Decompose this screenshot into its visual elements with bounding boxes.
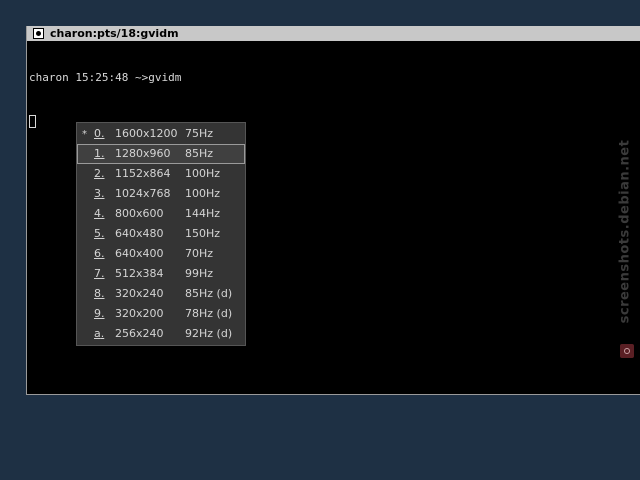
mode-resolution: 320x200 [115,307,164,320]
mode-resolution: 1024x768 [115,187,171,200]
mode-refresh-rate: 70Hz [185,247,214,260]
mode-resolution: 1600x1200 [115,127,178,140]
mode-refresh-rate: 144Hz [185,207,221,220]
window-title: charon:pts/18:gvidm [50,27,179,40]
mode-resolution: 640x400 [115,247,164,260]
mode-hotkey: 5. [94,227,105,240]
mode-refresh-rate: 78Hz (d) [185,307,233,320]
terminal-window: charon:pts/18:gvidm charon 15:25:48 ~>gv… [26,26,640,395]
video-mode-item-a[interactable]: a. 256x240 92Hz (d) [77,324,245,344]
mode-resolution: 256x240 [115,327,164,340]
video-mode-item-0[interactable]: * 0. 1600x1200 75Hz [77,124,245,144]
mode-resolution: 512x384 [115,267,164,280]
mode-hotkey: 6. [94,247,105,260]
video-mode-item-2[interactable]: 2. 1152x864 100Hz [77,164,245,184]
mode-hotkey: 3. [94,187,105,200]
video-mode-menu: * 0. 1600x1200 75Hz 1. 1280x960 85Hz 2. 1152x864… [76,122,246,346]
mode-resolution: 1152x864 [115,167,171,180]
prompt-line: charon 15:25:48 ~>gvidm [29,71,182,84]
mode-refresh-rate: 85Hz (d) [185,287,233,300]
mode-hotkey: 0. [94,127,105,140]
mode-refresh-rate: 150Hz [185,227,221,240]
mode-hotkey: a. [94,327,105,340]
mode-refresh-rate: 100Hz [185,167,221,180]
video-mode-item-4[interactable]: 4. 800x600 144Hz [77,204,245,224]
video-mode-item-6[interactable]: 6. 640x400 70Hz [77,244,245,264]
mode-hotkey: 4. [94,207,105,220]
window-menu-icon[interactable] [33,28,44,39]
mode-hotkey: 2. [94,167,105,180]
mode-refresh-rate: 85Hz [185,147,214,160]
window-titlebar[interactable]: charon:pts/18:gvidm [27,26,640,41]
mode-hotkey: 7. [94,267,105,280]
mode-hotkey: 8. [94,287,105,300]
mode-refresh-rate: 75Hz [185,127,214,140]
mode-hotkey: 9. [94,307,105,320]
debian-logo-icon [620,344,634,358]
mode-refresh-rate: 100Hz [185,187,221,200]
watermark-text: screenshots.debian.net [617,139,633,324]
mode-resolution: 800x600 [115,207,164,220]
video-mode-item-9[interactable]: 9. 320x200 78Hz (d) [77,304,245,324]
text-cursor [29,115,36,128]
video-mode-item-8[interactable]: 8. 320x240 85Hz (d) [77,284,245,304]
video-mode-item-5[interactable]: 5. 640x480 150Hz [77,224,245,244]
video-mode-item-1[interactable]: 1. 1280x960 85Hz [77,144,245,164]
video-mode-item-3[interactable]: 3. 1024x768 100Hz [77,184,245,204]
mode-hotkey: 1. [94,147,105,160]
watermark: screenshots.debian.net [617,124,637,364]
current-mode-marker: * [82,129,87,140]
mode-resolution: 320x240 [115,287,164,300]
mode-refresh-rate: 99Hz [185,267,214,280]
video-mode-item-7[interactable]: 7. 512x384 99Hz [77,264,245,284]
mode-resolution: 1280x960 [115,147,171,160]
mode-refresh-rate: 92Hz (d) [185,327,233,340]
mode-resolution: 640x480 [115,227,164,240]
